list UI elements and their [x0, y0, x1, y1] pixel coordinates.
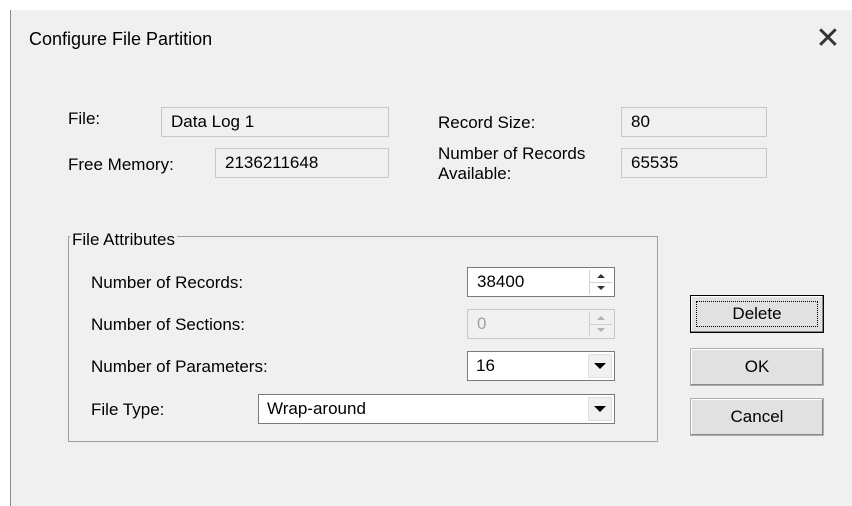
num-sections-value: 0 [477, 314, 487, 333]
ok-button[interactable]: OK [690, 348, 824, 386]
num-parameters-dropdown[interactable]: 16 [467, 351, 615, 381]
dropdown-arrow-icon[interactable] [588, 354, 612, 378]
num-sections-spin-buttons [589, 312, 612, 336]
dialog-title: Configure File Partition [29, 29, 213, 49]
configure-file-partition-dialog: Configure File Partition ✕ File: Data Lo… [10, 10, 852, 506]
file-type-value: Wrap-around [267, 399, 366, 418]
ok-button-label: OK [744, 357, 770, 376]
records-available-label-line1: Number of Records [438, 144, 586, 163]
dropdown-arrow-icon[interactable] [588, 397, 612, 421]
file-label: File: [68, 109, 101, 128]
num-parameters-value: 16 [476, 356, 495, 375]
delete-button-label: Delete [732, 304, 782, 323]
file-attributes-group-title: File Attributes [70, 230, 177, 250]
file-name-field: Data Log 1 [161, 107, 389, 137]
num-sections-spinner: 0 [467, 309, 615, 339]
num-parameters-label: Number of Parameters: [91, 357, 268, 376]
file-type-dropdown[interactable]: Wrap-around [258, 394, 615, 424]
spin-down-icon [590, 324, 612, 336]
record-size-field: 80 [621, 107, 767, 137]
file-type-label: File Type: [91, 400, 165, 419]
num-records-label: Number of Records: [91, 273, 244, 292]
records-available-field: 65535 [621, 148, 767, 178]
title-bar[interactable]: Configure File Partition ✕ [11, 10, 852, 72]
num-records-spin-buttons [589, 270, 612, 294]
free-memory-label: Free Memory: [68, 155, 174, 174]
num-records-spinner[interactable]: 38400 [467, 267, 615, 297]
close-icon[interactable]: ✕ [813, 22, 843, 56]
cancel-button-label: Cancel [730, 407, 784, 426]
delete-button[interactable]: Delete [690, 295, 824, 333]
cancel-button[interactable]: Cancel [690, 398, 824, 436]
num-sections-label: Number of Sections: [91, 315, 246, 334]
records-available-label: Number of Records Available: [438, 144, 585, 184]
num-records-value[interactable]: 38400 [477, 272, 524, 292]
free-memory-field: 2136211648 [215, 148, 389, 178]
spin-down-icon[interactable] [590, 282, 612, 294]
records-available-label-line2: Available: [438, 164, 512, 183]
record-size-label: Record Size: [438, 113, 536, 132]
